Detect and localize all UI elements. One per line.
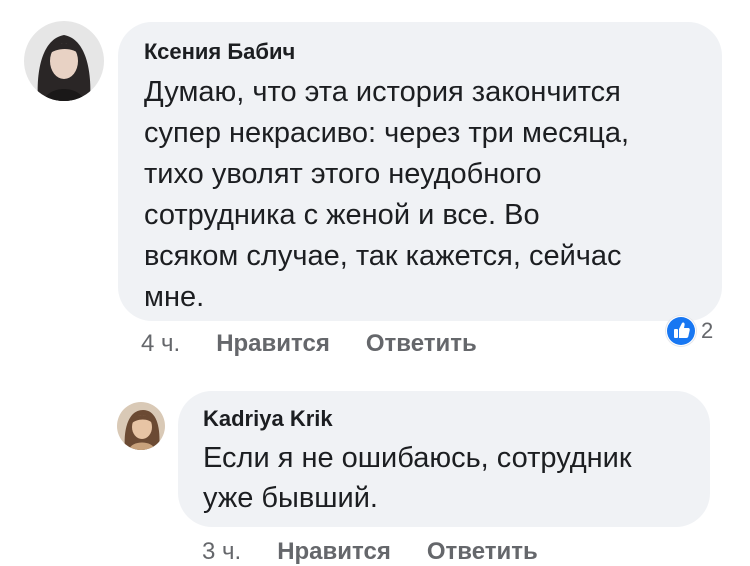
reply-text-line: Если я не ошибаюсь, сотрудник [203, 442, 632, 474]
comment-text-line: супер некрасиво: через три месяца, [144, 117, 630, 149]
comment-bubble: Ксения Бабич Думаю, что эта история зако… [118, 22, 722, 321]
comment-timestamp[interactable]: 4 ч. [141, 330, 180, 358]
avatar[interactable] [117, 402, 165, 450]
reply-text: Если я не ошибаюсь, сотрудник уже бывший… [203, 438, 684, 518]
comment-author[interactable]: Ксения Бабич [144, 39, 694, 65]
comment-text-line: Думаю, что эта история закончится [144, 76, 621, 108]
comment-text: Думаю, что эта история закончится супер … [144, 72, 694, 318]
avatar-photo [24, 21, 104, 101]
reply-text-line: уже бывший. [203, 482, 378, 514]
reaction-summary[interactable]: 2 [666, 316, 713, 346]
like-link[interactable]: Нравится [216, 330, 330, 358]
reply-link[interactable]: Ответить [427, 538, 538, 566]
reply-timestamp[interactable]: 3 ч. [202, 538, 241, 566]
avatar[interactable] [24, 21, 104, 101]
comment-text-line: сотрудника с женой и все. Во [144, 199, 540, 231]
reply-actions: 3 ч. Нравится Ответить [202, 538, 538, 566]
comment-actions: 4 ч. Нравится Ответить [141, 330, 477, 358]
reply-bubble: Kadriya Krik Если я не ошибаюсь, сотрудн… [178, 391, 710, 527]
comment-text-line: тихо уволят этого неудобного [144, 158, 542, 190]
comment-text-line: всяком случае, так кажется, сейчас [144, 240, 622, 272]
reply-author[interactable]: Kadriya Krik [203, 406, 684, 432]
like-thumbs-up-icon [666, 316, 696, 346]
reply-link[interactable]: Ответить [366, 330, 477, 358]
comment-text-line: мне. [144, 281, 205, 313]
reaction-count: 2 [701, 318, 714, 343]
like-link[interactable]: Нравится [277, 538, 391, 566]
avatar-photo [117, 402, 165, 450]
